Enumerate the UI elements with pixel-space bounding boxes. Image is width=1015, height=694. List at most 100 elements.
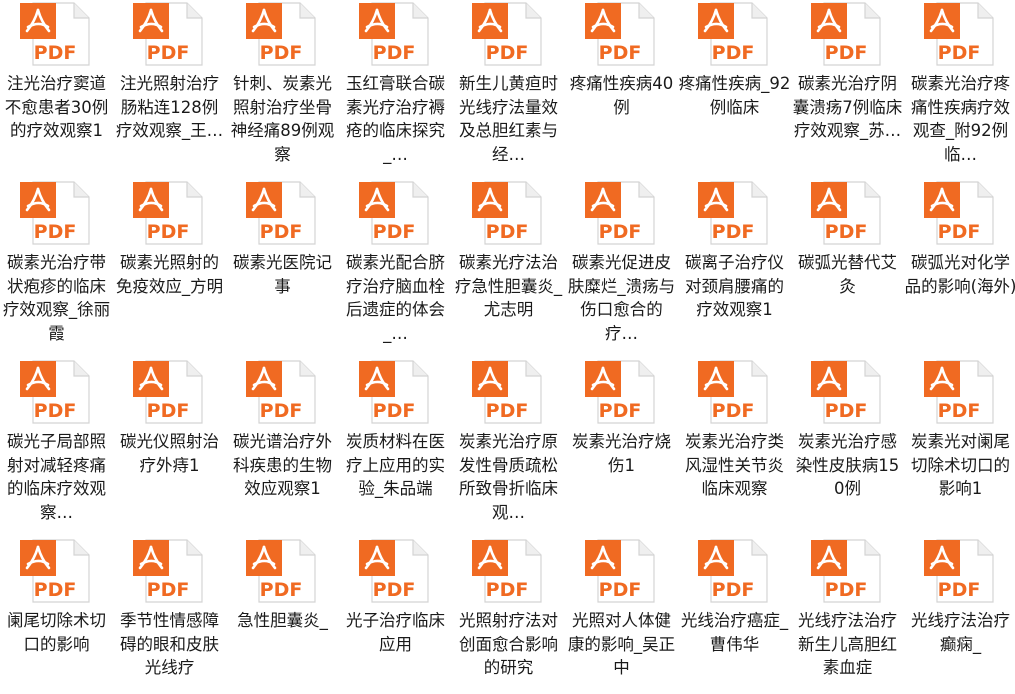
pdf-file-icon: PDF <box>471 360 543 424</box>
file-name: 碳弧光对化学品的影响(海外) <box>904 253 1015 296</box>
pdf-badge-text: PDF <box>147 221 190 243</box>
file-item[interactable]: PDF 季节性情感障碍的眼和皮肤光线疗 <box>113 539 226 694</box>
file-item[interactable]: PDF 急性胆囊炎_ <box>226 539 339 694</box>
file-name: 炭素光治疗类风湿性关节炎临床观察 <box>685 432 784 498</box>
file-item[interactable]: PDF 疼痛性疾病_92例临床 <box>678 2 791 182</box>
file-item[interactable]: PDF 疼痛性疾病40例 <box>565 2 678 182</box>
file-item[interactable]: PDF 针刺、炭素光照射治疗坐骨神经痛89例观察 <box>226 2 339 182</box>
pdf-file-icon: PDF <box>697 2 769 66</box>
file-item[interactable]: PDF 碳素光照射的免疫效应_方明 <box>113 181 226 361</box>
file-name: 碳素光治疗阴囊溃疡7例临床疗效观察_苏… <box>792 74 903 140</box>
file-name: 碳素光医院记事 <box>233 253 332 296</box>
file-item[interactable]: PDF 注光治疗窦道不愈患者30例的疗效观察1 <box>0 2 113 182</box>
file-name: 碳弧光替代艾灸 <box>798 253 897 296</box>
pdf-file-icon: PDF <box>245 2 317 66</box>
file-name: 急性胆囊炎_ <box>237 611 328 630</box>
pdf-file-icon: PDF <box>245 539 317 603</box>
file-name: 炭素光治疗感染性皮肤病150例 <box>795 432 900 498</box>
file-item[interactable]: PDF 碳离子治疗仪对颈肩腰痛的疗效观察1 <box>678 181 791 361</box>
file-item[interactable]: PDF 玉红膏联合碳素光疗治疗褥疮的临床探究_… <box>339 2 452 182</box>
pdf-file-icon: PDF <box>19 539 91 603</box>
pdf-badge-text: PDF <box>34 221 77 243</box>
pdf-badge-text: PDF <box>260 579 303 601</box>
file-name: 炭质材料在医疗上应用的实验_朱品端 <box>346 432 445 498</box>
file-item[interactable]: PDF 光子治疗临床应用 <box>339 539 452 694</box>
file-item[interactable]: PDF 碳光谱治疗外科疾患的生物效应观察1 <box>226 360 339 540</box>
file-item[interactable]: PDF 炭素光治疗类风湿性关节炎临床观察 <box>678 360 791 540</box>
pdf-file-icon: PDF <box>697 539 769 603</box>
file-item[interactable]: PDF 炭素光对阑尾切除术切口的影响1 <box>904 360 1015 540</box>
pdf-badge-text: PDF <box>260 400 303 422</box>
file-item[interactable]: PDF 光照对人体健康的影响_吴正中 <box>565 539 678 694</box>
file-name: 光线治疗癌症_曹伟华 <box>680 611 789 654</box>
file-name: 碳素光照射的免疫效应_方明 <box>115 253 224 296</box>
file-name: 炭素光治疗烧伤1 <box>572 432 671 475</box>
file-item[interactable]: PDF 炭质材料在医疗上应用的实验_朱品端 <box>339 360 452 540</box>
pdf-file-icon: PDF <box>245 181 317 245</box>
file-item[interactable]: PDF 碳素光配合脐疗治疗脑血栓后遗症的体会_… <box>339 181 452 361</box>
file-item[interactable]: PDF 碳光子局部照射对减轻疼痛的临床疗效观察… <box>0 360 113 540</box>
file-name: 碳素光配合脐疗治疗脑血栓后遗症的体会_… <box>346 253 445 343</box>
file-grid: PDF 注光治疗窦道不愈患者30例的疗效观察1 PDF 注光照射治疗肠粘连128例疗效… <box>0 0 1015 694</box>
pdf-badge-text: PDF <box>147 400 190 422</box>
pdf-file-icon: PDF <box>584 181 656 245</box>
pdf-badge-text: PDF <box>825 221 868 243</box>
file-item[interactable]: PDF 碳素光医院记事 <box>226 181 339 361</box>
pdf-badge-text: PDF <box>712 400 755 422</box>
pdf-file-icon: PDF <box>584 2 656 66</box>
file-item[interactable]: PDF 新生儿黄疸时光线疗法量效及总胆红素与经… <box>452 2 565 182</box>
pdf-badge-text: PDF <box>34 400 77 422</box>
pdf-badge-text: PDF <box>34 579 77 601</box>
pdf-badge-text: PDF <box>260 221 303 243</box>
pdf-badge-text: PDF <box>938 221 981 243</box>
file-name: 碳素光治疗带状疱疹的临床疗效观察_徐丽霞 <box>2 253 111 343</box>
pdf-file-icon: PDF <box>923 360 995 424</box>
pdf-file-icon: PDF <box>358 2 430 66</box>
file-item[interactable]: PDF 碳光仪照射治疗外痔1 <box>113 360 226 540</box>
pdf-file-icon: PDF <box>810 539 882 603</box>
pdf-badge-text: PDF <box>938 400 981 422</box>
file-name: 碳离子治疗仪对颈肩腰痛的疗效观察1 <box>685 253 784 319</box>
pdf-badge-text: PDF <box>938 42 981 64</box>
file-item[interactable]: PDF 光线疗法治疗新生儿高胆红素血症 <box>791 539 904 694</box>
file-item[interactable]: PDF 碳素光促进皮肤糜烂_溃疡与伤口愈合的疗… <box>565 181 678 361</box>
pdf-badge-text: PDF <box>373 42 416 64</box>
file-name: 注光照射治疗肠粘连128例疗效观察_王… <box>115 74 224 140</box>
pdf-file-icon: PDF <box>584 539 656 603</box>
file-item[interactable]: PDF 碳素光疗法治疗急性胆囊炎_尤志明 <box>452 181 565 361</box>
file-item[interactable]: PDF 光线治疗癌症_曹伟华 <box>678 539 791 694</box>
file-item[interactable]: PDF 注光照射治疗肠粘连128例疗效观察_王… <box>113 2 226 182</box>
file-item[interactable]: PDF 阑尾切除术切口的影响 <box>0 539 113 694</box>
pdf-file-icon: PDF <box>19 360 91 424</box>
file-item[interactable]: PDF 光照射疗法对创面愈合影响的研究 <box>452 539 565 694</box>
pdf-file-icon: PDF <box>358 539 430 603</box>
pdf-file-icon: PDF <box>697 181 769 245</box>
file-name: 碳素光促进皮肤糜烂_溃疡与伤口愈合的疗… <box>567 253 676 343</box>
file-item[interactable]: PDF 碳素光治疗阴囊溃疡7例临床疗效观察_苏… <box>791 2 904 182</box>
pdf-file-icon: PDF <box>923 181 995 245</box>
pdf-file-icon: PDF <box>358 181 430 245</box>
pdf-badge-text: PDF <box>938 579 981 601</box>
file-name: 新生儿黄疸时光线疗法量效及总胆红素与经… <box>459 74 558 164</box>
pdf-badge-text: PDF <box>825 579 868 601</box>
pdf-file-icon: PDF <box>132 539 204 603</box>
file-name: 光线疗法治疗癫痫_ <box>911 611 1010 654</box>
pdf-badge-text: PDF <box>373 400 416 422</box>
pdf-badge-text: PDF <box>34 42 77 64</box>
file-item[interactable]: PDF 光线疗法治疗癫痫_ <box>904 539 1015 694</box>
file-name: 阑尾切除术切口的影响 <box>7 611 106 654</box>
file-item[interactable]: PDF 碳素光治疗带状疱疹的临床疗效观察_徐丽霞 <box>0 181 113 361</box>
file-item[interactable]: PDF 炭素光治疗烧伤1 <box>565 360 678 540</box>
pdf-badge-text: PDF <box>825 400 868 422</box>
pdf-file-icon: PDF <box>471 2 543 66</box>
file-item[interactable]: PDF 碳素光治疗疼痛性疾病疗效观查_附92例临… <box>904 2 1015 182</box>
file-name: 碳素光疗法治疗急性胆囊炎_尤志明 <box>454 253 563 319</box>
pdf-file-icon: PDF <box>19 2 91 66</box>
pdf-badge-text: PDF <box>712 579 755 601</box>
file-item[interactable]: PDF 碳弧光对化学品的影响(海外) <box>904 181 1015 361</box>
file-item[interactable]: PDF 炭素光治疗原发性骨质疏松所致骨折临床观… <box>452 360 565 540</box>
file-item[interactable]: PDF 碳弧光替代艾灸 <box>791 181 904 361</box>
file-item[interactable]: PDF 炭素光治疗感染性皮肤病150例 <box>791 360 904 540</box>
pdf-badge-text: PDF <box>373 579 416 601</box>
pdf-file-icon: PDF <box>697 360 769 424</box>
